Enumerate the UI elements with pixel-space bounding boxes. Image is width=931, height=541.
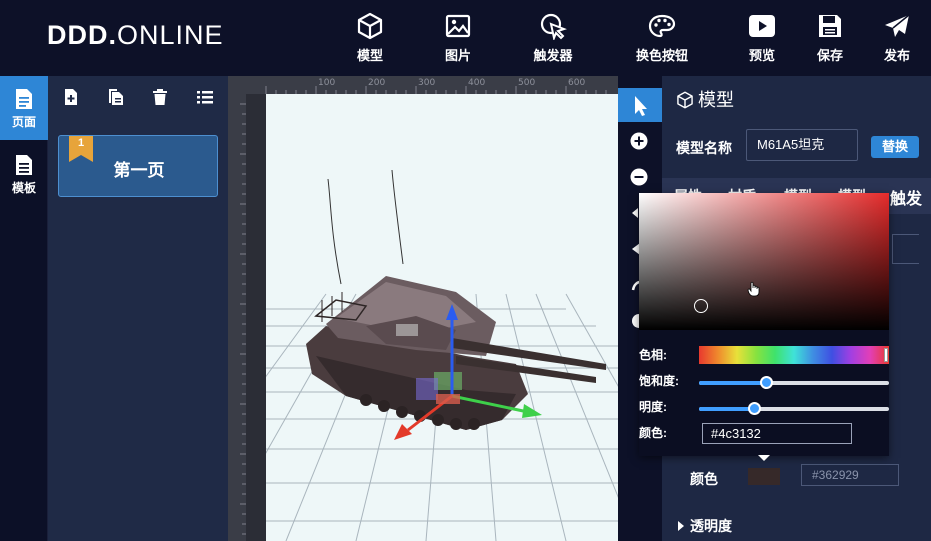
hue-label: 色相: xyxy=(639,348,667,362)
color-label: 颜色 xyxy=(690,471,718,487)
toolbar-save-label: 保存 xyxy=(816,48,843,63)
rail-item-pages-label: 页面 xyxy=(11,115,36,129)
zoom-out-button[interactable] xyxy=(618,160,662,194)
model-name-input[interactable]: M61A5坦克 xyxy=(746,129,858,161)
scene-3d[interactable] xyxy=(266,94,618,541)
toolbar-model-label: 模型 xyxy=(356,48,383,63)
caret-right-icon xyxy=(678,521,684,531)
picker-caret xyxy=(758,455,770,461)
saturation-brightness-area[interactable] xyxy=(639,193,889,330)
toolbar-preview-button[interactable]: 预览 xyxy=(727,10,797,70)
brightness-label: 明度: xyxy=(639,400,667,414)
pages-toolbar xyxy=(48,76,228,120)
saturation-slider[interactable] xyxy=(699,376,889,389)
palette-icon xyxy=(648,14,676,38)
rail-item-templates[interactable]: 模板 xyxy=(0,142,48,206)
sv-handle[interactable] xyxy=(694,299,708,313)
saturation-fill xyxy=(699,381,766,385)
select-tool-button[interactable] xyxy=(618,88,662,122)
list-icon[interactable] xyxy=(196,88,214,106)
panel-title: 模型 xyxy=(676,86,734,112)
image-icon xyxy=(445,14,471,38)
toolbar-trigger-button[interactable]: 触发器 xyxy=(518,10,588,70)
ruler-top: 100 200 300 400 500 600 xyxy=(228,76,618,94)
ruler-mark: 100 xyxy=(318,78,335,88)
saturation-label: 饱和度: xyxy=(639,374,679,388)
paper-plane-icon xyxy=(885,14,910,37)
delete-icon[interactable] xyxy=(151,88,169,106)
saturation-knob[interactable] xyxy=(760,376,773,389)
cursor-click-icon xyxy=(540,13,567,40)
page-title: 第一页 xyxy=(113,161,165,180)
top-bar: DDD.ONLINE 模型 图片 触发器 换色按钮 预览 保存 发布 xyxy=(0,0,931,76)
canvas-stage[interactable] xyxy=(266,94,618,541)
template-icon xyxy=(16,155,32,175)
rail-item-templates-label: 模板 xyxy=(11,181,36,195)
pages-panel: 1 第一页 xyxy=(48,76,228,541)
play-icon xyxy=(749,15,775,37)
ruler-mark: 600 xyxy=(568,78,585,88)
app-logo: DDD.ONLINE xyxy=(47,20,224,50)
copy-page-icon[interactable] xyxy=(107,88,125,106)
zoom-out-icon xyxy=(630,168,648,186)
picker-color-label: 颜色: xyxy=(639,426,667,440)
toolbar-trigger-label: 触发器 xyxy=(533,48,573,63)
rail-item-pages[interactable]: 页面 xyxy=(0,76,48,140)
ruler-left xyxy=(228,94,246,541)
ruler-mark: 400 xyxy=(468,78,485,88)
tab-trigger[interactable]: 触发 xyxy=(890,185,922,209)
toolbar-publish-label: 发布 xyxy=(883,48,910,63)
toolbar-preview-label: 预览 xyxy=(748,48,775,63)
toolbar-save-button[interactable]: 保存 xyxy=(795,10,865,70)
color-picker-popup: 色相: 饱和度: 明度: 颜色: #4c3132 xyxy=(639,193,889,456)
ruler-left-ticks xyxy=(240,103,246,535)
picker-hex-input[interactable]: #4c3132 xyxy=(702,423,852,444)
color-hex-input[interactable]: #362929 xyxy=(801,464,899,486)
toolbar-publish-button[interactable]: 发布 xyxy=(862,10,931,70)
page-icon xyxy=(16,89,32,109)
zoom-in-icon xyxy=(630,132,648,150)
toolbar-image-label: 图片 xyxy=(444,48,471,63)
toolbar-color-label: 换色按钮 xyxy=(635,48,688,63)
toolbar-model-button[interactable]: 模型 xyxy=(335,10,405,70)
color-swatch[interactable] xyxy=(748,468,780,485)
ruler-mark: 500 xyxy=(518,78,535,88)
hand-cursor-icon xyxy=(747,281,760,297)
brightness-slider[interactable] xyxy=(699,402,889,415)
hue-knob[interactable] xyxy=(884,348,888,362)
property-field[interactable] xyxy=(892,234,919,264)
workspace: 100 200 300 400 500 600 xyxy=(228,76,618,541)
ruler-mark: 200 xyxy=(368,78,385,88)
tank-model[interactable] xyxy=(306,276,606,430)
page-card[interactable]: 1 第一页 xyxy=(58,135,218,197)
zoom-in-button[interactable] xyxy=(618,124,662,158)
hue-slider[interactable] xyxy=(699,346,889,364)
page-number: 1 xyxy=(77,137,85,149)
ruler-top-ticks: 100 200 300 400 500 600 xyxy=(265,78,607,94)
replace-button[interactable]: 替换 xyxy=(871,136,919,158)
toolbar-color-button[interactable]: 换色按钮 xyxy=(627,10,697,70)
antenna xyxy=(327,178,342,285)
sv-shade xyxy=(639,193,889,330)
cube-icon xyxy=(677,91,693,109)
brightness-knob[interactable] xyxy=(748,402,761,415)
antenna xyxy=(391,169,404,265)
toolbar-image-button[interactable]: 图片 xyxy=(423,10,493,70)
opacity-section-toggle[interactable]: 透明度 xyxy=(676,516,732,536)
left-rail: 页面 模板 xyxy=(0,76,48,541)
brightness-fill xyxy=(699,407,754,411)
floppy-icon xyxy=(819,15,841,37)
model-name-label: 模型名称 xyxy=(676,140,732,156)
cube-icon xyxy=(357,12,383,40)
add-page-icon[interactable] xyxy=(62,88,80,106)
pointer-icon xyxy=(635,96,647,116)
ruler-mark: 300 xyxy=(418,78,435,88)
